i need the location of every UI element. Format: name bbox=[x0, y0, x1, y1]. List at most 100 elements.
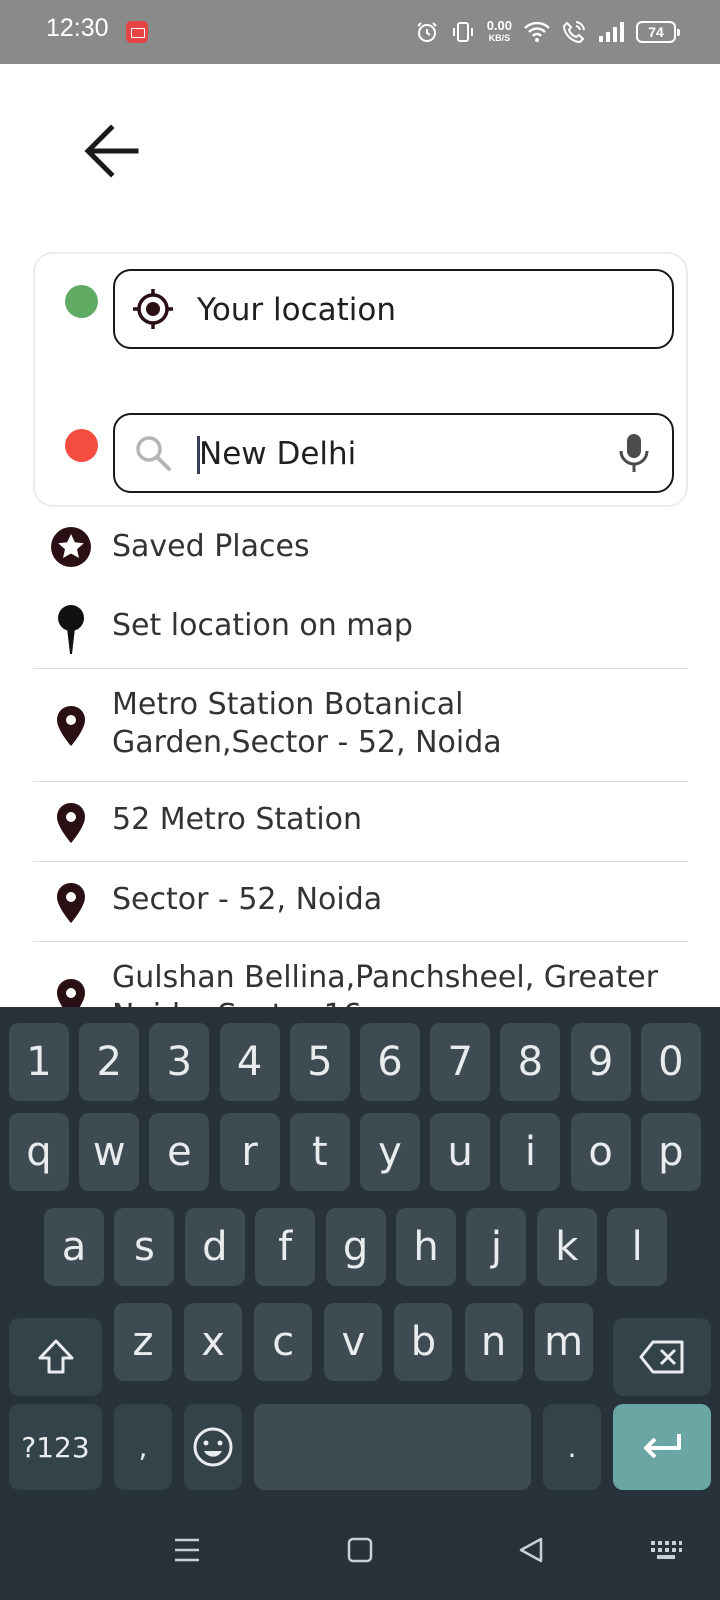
status-icons: 0.00 KB/S 74 bbox=[415, 16, 680, 48]
search-icon bbox=[131, 431, 175, 475]
enter-icon bbox=[644, 1434, 681, 1459]
key-b[interactable]: b bbox=[394, 1303, 453, 1381]
key-m[interactable]: m bbox=[534, 1303, 593, 1381]
key-j[interactable]: j bbox=[466, 1208, 527, 1286]
my-location-icon bbox=[131, 287, 175, 331]
key-6[interactable]: 6 bbox=[360, 1023, 420, 1101]
suggestion-item[interactable]: 52 Metro Station bbox=[33, 799, 688, 843]
wifi-calling-icon bbox=[562, 20, 586, 44]
key-4[interactable]: 4 bbox=[219, 1023, 280, 1101]
key-2[interactable]: 2 bbox=[79, 1023, 140, 1101]
divider bbox=[33, 668, 688, 669]
microphone-icon[interactable] bbox=[614, 431, 654, 475]
key-8[interactable]: 8 bbox=[500, 1023, 561, 1101]
key-f[interactable]: f bbox=[255, 1208, 316, 1286]
origin-field[interactable]: Your location bbox=[113, 269, 674, 349]
location-pin-icon bbox=[49, 704, 93, 748]
suggestion-text: Gulshan Bellina,Panchsheel, Greater Noid… bbox=[112, 960, 659, 1007]
divider bbox=[33, 861, 688, 862]
screen: 12:30 0.00 KB/S 74 Your location New Del… bbox=[0, 0, 720, 1600]
symbols-key-label: ?123 bbox=[21, 1430, 90, 1464]
back-nav-button[interactable] bbox=[507, 1528, 555, 1572]
screen-record-icon bbox=[126, 21, 148, 43]
symbols-key[interactable]: ?123 bbox=[9, 1404, 102, 1490]
destination-field[interactable]: New Delhi bbox=[113, 413, 674, 493]
key-y[interactable]: y bbox=[360, 1113, 420, 1191]
suggestion-item[interactable]: Sector - 52, Noida bbox=[33, 879, 688, 923]
destination-value: New Delhi bbox=[199, 436, 357, 472]
set-on-map-row[interactable]: Set location on map bbox=[33, 600, 688, 656]
arrow-left-icon bbox=[84, 124, 139, 178]
origin-dot bbox=[65, 285, 98, 318]
key-p[interactable]: p bbox=[640, 1113, 701, 1191]
saved-places-label: Saved Places bbox=[112, 529, 310, 564]
wifi-icon bbox=[524, 21, 550, 43]
key-i[interactable]: i bbox=[500, 1113, 561, 1191]
set-on-map-label: Set location on map bbox=[112, 608, 413, 643]
location-pin-icon bbox=[49, 977, 93, 1007]
key-o[interactable]: o bbox=[570, 1113, 631, 1191]
space-key[interactable] bbox=[254, 1404, 531, 1490]
key-g[interactable]: g bbox=[325, 1208, 386, 1286]
key-t[interactable]: t bbox=[289, 1113, 350, 1191]
key-r[interactable]: r bbox=[219, 1113, 280, 1191]
back-button[interactable] bbox=[78, 118, 144, 184]
suggestion-text: Metro Station Botanical Garden,Sector - … bbox=[112, 687, 502, 760]
key-5[interactable]: 5 bbox=[289, 1023, 350, 1101]
suggestion-item[interactable]: Metro Station Botanical Garden,Sector - … bbox=[33, 686, 688, 762]
key-h[interactable]: h bbox=[396, 1208, 456, 1286]
star-icon bbox=[49, 525, 93, 569]
route-card: Your location New Delhi bbox=[33, 252, 688, 507]
key-c[interactable]: c bbox=[254, 1303, 313, 1381]
key-d[interactable]: d bbox=[184, 1208, 245, 1286]
emoji-key[interactable] bbox=[184, 1404, 242, 1490]
key-q[interactable]: q bbox=[9, 1113, 69, 1191]
enter-key[interactable] bbox=[613, 1404, 711, 1490]
shift-key[interactable] bbox=[9, 1318, 102, 1396]
status-bar: 12:30 0.00 KB/S 74 bbox=[0, 0, 720, 64]
shift-icon bbox=[38, 1339, 73, 1374]
backspace-key[interactable] bbox=[613, 1318, 711, 1396]
key-x[interactable]: x bbox=[184, 1303, 243, 1381]
alarm-icon bbox=[415, 20, 439, 44]
key-n[interactable]: n bbox=[464, 1303, 523, 1381]
signal-icon bbox=[598, 21, 624, 43]
home-nav-button[interactable] bbox=[336, 1528, 384, 1572]
key-s[interactable]: s bbox=[114, 1208, 175, 1286]
keyboard-icon bbox=[651, 1541, 682, 1559]
keyboard-switch-button[interactable] bbox=[642, 1528, 690, 1572]
key-0[interactable]: 0 bbox=[640, 1023, 701, 1101]
battery-indicator: 74 bbox=[636, 21, 680, 43]
network-speed-value: 0.00 bbox=[486, 18, 512, 33]
menu-nav-button[interactable] bbox=[163, 1528, 211, 1572]
key-v[interactable]: v bbox=[324, 1303, 383, 1381]
backspace-icon bbox=[639, 1340, 684, 1374]
period-key-label: . bbox=[567, 1430, 577, 1464]
key-9[interactable]: 9 bbox=[570, 1023, 631, 1101]
network-speed-unit: KB/S bbox=[488, 33, 511, 43]
emoji-icon bbox=[193, 1427, 233, 1467]
key-a[interactable]: a bbox=[44, 1208, 104, 1286]
key-3[interactable]: 3 bbox=[149, 1023, 210, 1101]
status-time: 12:30 bbox=[46, 14, 109, 42]
key-w[interactable]: w bbox=[79, 1113, 140, 1191]
key-e[interactable]: e bbox=[149, 1113, 210, 1191]
key-7[interactable]: 7 bbox=[430, 1023, 491, 1101]
period-key[interactable]: . bbox=[543, 1404, 601, 1490]
comma-key[interactable]: , bbox=[114, 1404, 172, 1490]
location-pin-icon bbox=[49, 881, 93, 925]
key-k[interactable]: k bbox=[536, 1208, 597, 1286]
saved-places-row[interactable]: Saved Places bbox=[33, 523, 688, 575]
divider bbox=[33, 941, 688, 942]
vibrate-icon bbox=[451, 20, 475, 44]
destination-dot bbox=[65, 429, 98, 462]
key-l[interactable]: l bbox=[607, 1208, 668, 1286]
navigation-bar bbox=[0, 1500, 720, 1600]
key-z[interactable]: z bbox=[114, 1303, 172, 1381]
suggestion-text: Sector - 52, Noida bbox=[112, 882, 383, 917]
key-u[interactable]: u bbox=[430, 1113, 491, 1191]
suggestion-text: 52 Metro Station bbox=[112, 802, 363, 837]
map-pin-icon bbox=[49, 604, 93, 656]
key-1[interactable]: 1 bbox=[9, 1023, 69, 1101]
suggestion-item[interactable]: Gulshan Bellina,Panchsheel, Greater Noid… bbox=[33, 959, 688, 1007]
